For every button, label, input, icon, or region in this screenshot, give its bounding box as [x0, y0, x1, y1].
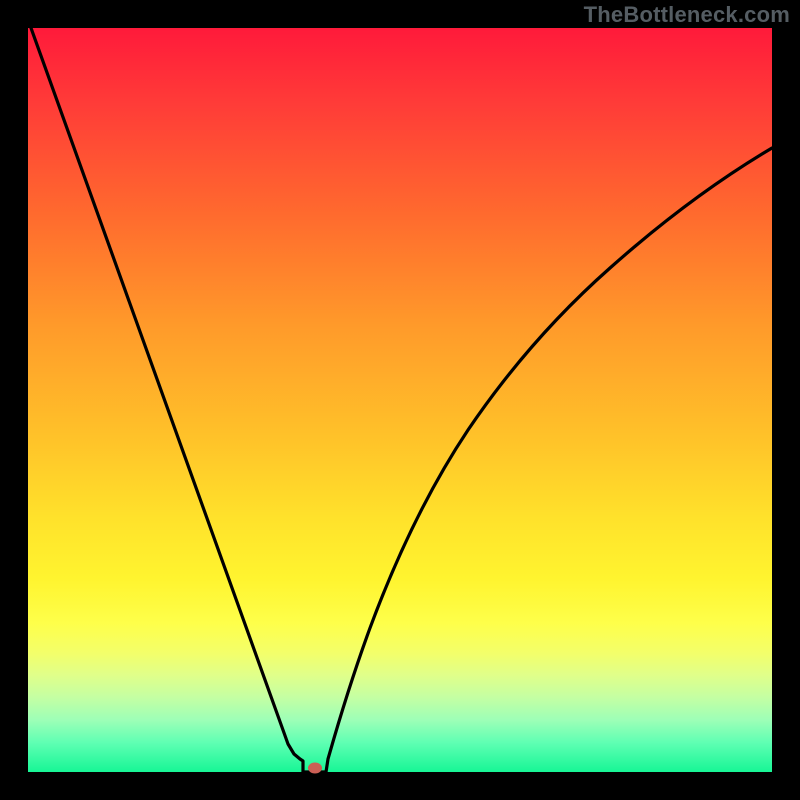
chart-frame: TheBottleneck.com [0, 0, 800, 800]
watermark-text: TheBottleneck.com [584, 2, 790, 28]
bottleneck-curve [28, 28, 772, 772]
optimum-marker-dot [308, 763, 322, 774]
curve-left-branch [31, 28, 303, 772]
curve-right-branch [326, 148, 772, 772]
plot-area [28, 28, 772, 772]
